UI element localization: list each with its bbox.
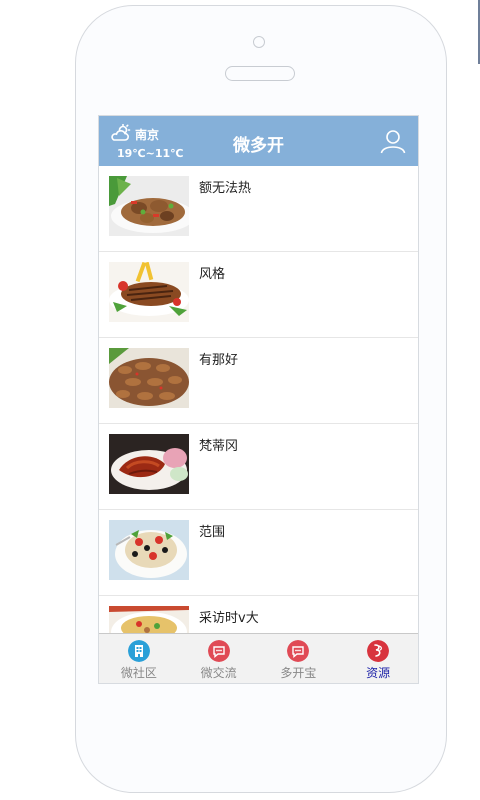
tab-label: 微社区 — [120, 666, 157, 680]
list-item[interactable]: 有那好 — [99, 338, 418, 424]
food-image-roast-duck — [109, 434, 189, 494]
list-item[interactable]: 风格 — [99, 252, 418, 338]
food-image-fried — [109, 348, 189, 408]
phone-speaker — [225, 66, 295, 81]
food-image-salad — [109, 520, 189, 580]
app-title: 微多开 — [233, 136, 284, 156]
building-icon — [127, 640, 150, 662]
item-title: 额无法热 — [199, 181, 252, 196]
food-image-steak — [109, 262, 189, 322]
phone-camera — [253, 36, 265, 48]
tab-chat[interactable]: 微交流 — [179, 634, 259, 683]
chat-icon — [207, 640, 230, 662]
food-list: 额无法热 风格 有那好 梵蒂冈 范围 采访时v大 — [99, 166, 418, 682]
tab-multi-open[interactable]: 多开宝 — [259, 634, 339, 683]
item-title: 范围 — [199, 525, 226, 540]
food-image-stirfry — [109, 176, 189, 236]
item-title: 有那好 — [199, 353, 239, 368]
tab-community[interactable]: 微社区 — [99, 634, 179, 683]
list-item[interactable]: 范围 — [99, 510, 418, 596]
item-title: 梵蒂冈 — [199, 439, 239, 454]
item-title: 采访时v大 — [199, 611, 259, 626]
tab-label: 资源 — [366, 666, 391, 680]
chat-icon — [287, 640, 310, 662]
tab-label: 多开宝 — [280, 666, 317, 680]
user-icon[interactable] — [380, 128, 406, 154]
app-screen: 南京 19℃~11℃ 微多开 额无法热 风格 有那好 梵蒂冈 范围 采访时v大 … — [98, 115, 419, 684]
tab-resources[interactable]: 资源 — [338, 634, 418, 683]
list-item[interactable]: 额无法热 — [99, 166, 418, 252]
resource-icon — [367, 640, 390, 662]
list-item[interactable]: 梵蒂冈 — [99, 424, 418, 510]
app-header: 南京 19℃~11℃ 微多开 — [99, 116, 418, 166]
item-title: 风格 — [199, 267, 226, 282]
bottom-tab-bar: 微社区 微交流 多开宝 资源 — [99, 633, 418, 683]
tab-label: 微交流 — [200, 666, 237, 680]
